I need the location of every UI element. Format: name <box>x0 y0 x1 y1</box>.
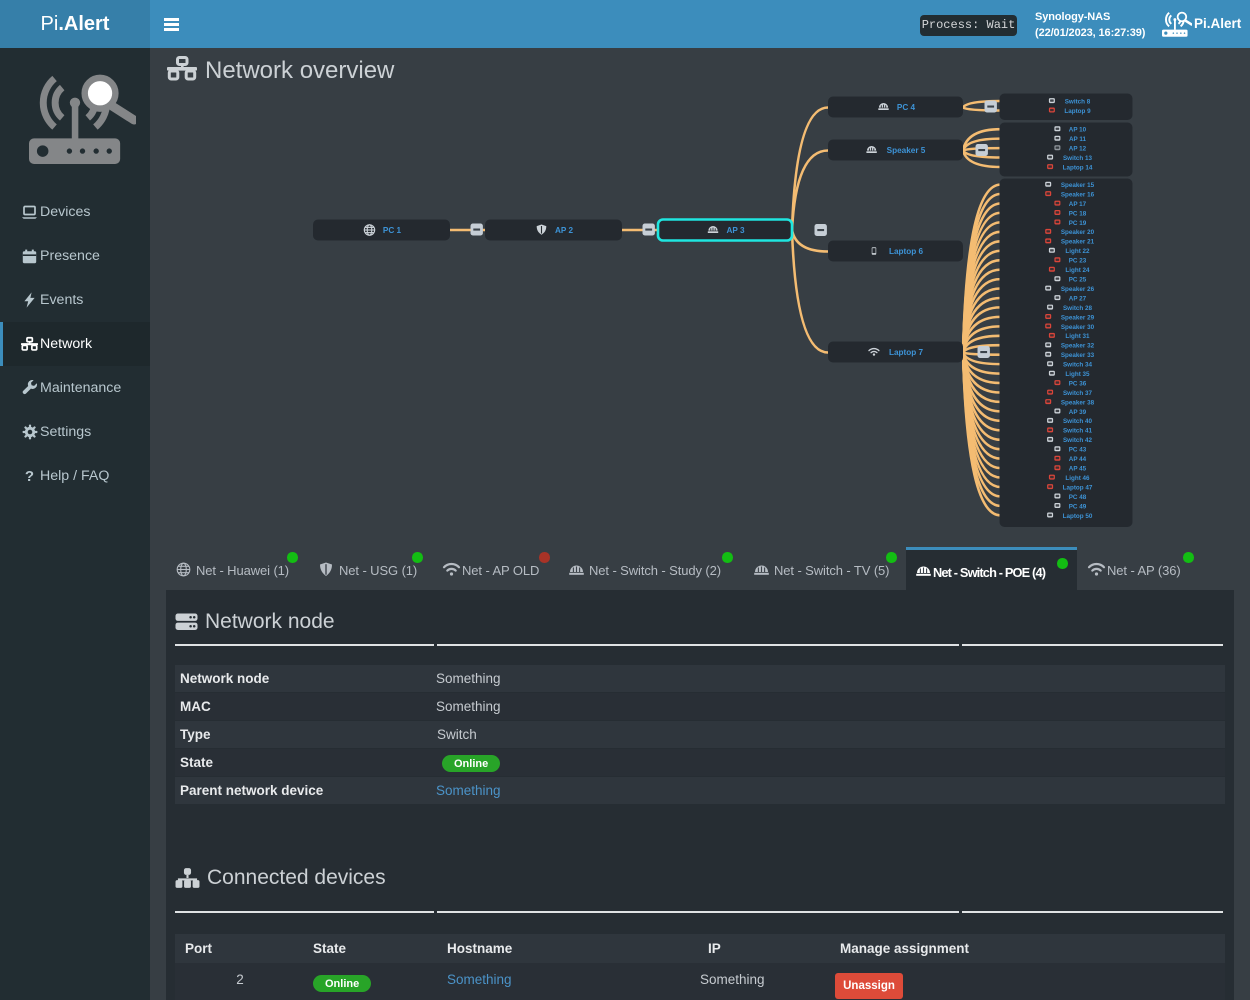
svg-text:AP 12: AP 12 <box>1069 146 1087 153</box>
svg-text:Speaker 29: Speaker 29 <box>1061 314 1095 321</box>
svg-text:Laptop 7: Laptop 7 <box>889 348 924 357</box>
svg-text:Laptop 9: Laptop 9 <box>1064 108 1091 115</box>
svg-text:Light 46: Light 46 <box>1065 475 1090 482</box>
svg-text:Speaker 15: Speaker 15 <box>1061 182 1095 189</box>
svg-text:Speaker 5: Speaker 5 <box>887 146 926 155</box>
svg-text:Speaker 20: Speaker 20 <box>1061 229 1095 236</box>
svg-text:Light 22: Light 22 <box>1065 248 1090 255</box>
svg-text:PC 4: PC 4 <box>897 103 916 112</box>
svg-text:AP 17: AP 17 <box>1069 201 1087 208</box>
svg-text:PC 19: PC 19 <box>1069 220 1087 227</box>
svg-text:Switch 37: Switch 37 <box>1063 390 1093 397</box>
svg-text:Light 31: Light 31 <box>1065 333 1090 340</box>
svg-text:Speaker 32: Speaker 32 <box>1061 343 1095 350</box>
svg-text:Speaker 21: Speaker 21 <box>1061 239 1095 246</box>
svg-text:Speaker 16: Speaker 16 <box>1061 191 1095 198</box>
svg-text:Laptop 6: Laptop 6 <box>889 247 924 256</box>
svg-text:Switch 28: Switch 28 <box>1063 305 1093 312</box>
svg-text:Light 24: Light 24 <box>1065 267 1090 274</box>
svg-text:Switch 42: Switch 42 <box>1063 437 1093 444</box>
svg-text:PC 23: PC 23 <box>1069 258 1087 265</box>
svg-text:AP 45: AP 45 <box>1069 466 1087 473</box>
svg-text:AP 11: AP 11 <box>1069 136 1087 143</box>
svg-text:AP 39: AP 39 <box>1069 409 1087 416</box>
svg-text:AP 44: AP 44 <box>1069 456 1087 463</box>
svg-text:PC 25: PC 25 <box>1069 277 1087 284</box>
svg-text:AP 3: AP 3 <box>726 226 745 235</box>
svg-text:AP 2: AP 2 <box>555 226 574 235</box>
svg-text:Speaker 30: Speaker 30 <box>1061 324 1095 331</box>
svg-text:Switch 13: Switch 13 <box>1063 155 1093 162</box>
svg-text:Switch 40: Switch 40 <box>1063 418 1093 425</box>
svg-text:Laptop 14: Laptop 14 <box>1063 164 1093 171</box>
svg-text:PC 49: PC 49 <box>1069 503 1087 510</box>
svg-text:PC 1: PC 1 <box>383 226 402 235</box>
svg-text:Speaker 26: Speaker 26 <box>1061 286 1095 293</box>
svg-text:PC 43: PC 43 <box>1069 447 1087 454</box>
svg-text:Speaker 33: Speaker 33 <box>1061 352 1095 359</box>
svg-text:Switch 41: Switch 41 <box>1063 428 1093 435</box>
svg-text:Switch 34: Switch 34 <box>1063 362 1093 369</box>
svg-text:PC 48: PC 48 <box>1069 494 1087 501</box>
svg-text:PC 36: PC 36 <box>1069 380 1087 387</box>
svg-text:Laptop 47: Laptop 47 <box>1063 484 1093 491</box>
svg-text:AP 27: AP 27 <box>1069 295 1087 302</box>
svg-text:Speaker 38: Speaker 38 <box>1061 399 1095 406</box>
svg-text:AP 10: AP 10 <box>1069 127 1087 134</box>
svg-text:PC 18: PC 18 <box>1069 210 1087 217</box>
svg-text:Switch 8: Switch 8 <box>1065 98 1091 105</box>
svg-text:Light 35: Light 35 <box>1065 371 1090 378</box>
svg-text:Laptop 50: Laptop 50 <box>1063 513 1093 520</box>
